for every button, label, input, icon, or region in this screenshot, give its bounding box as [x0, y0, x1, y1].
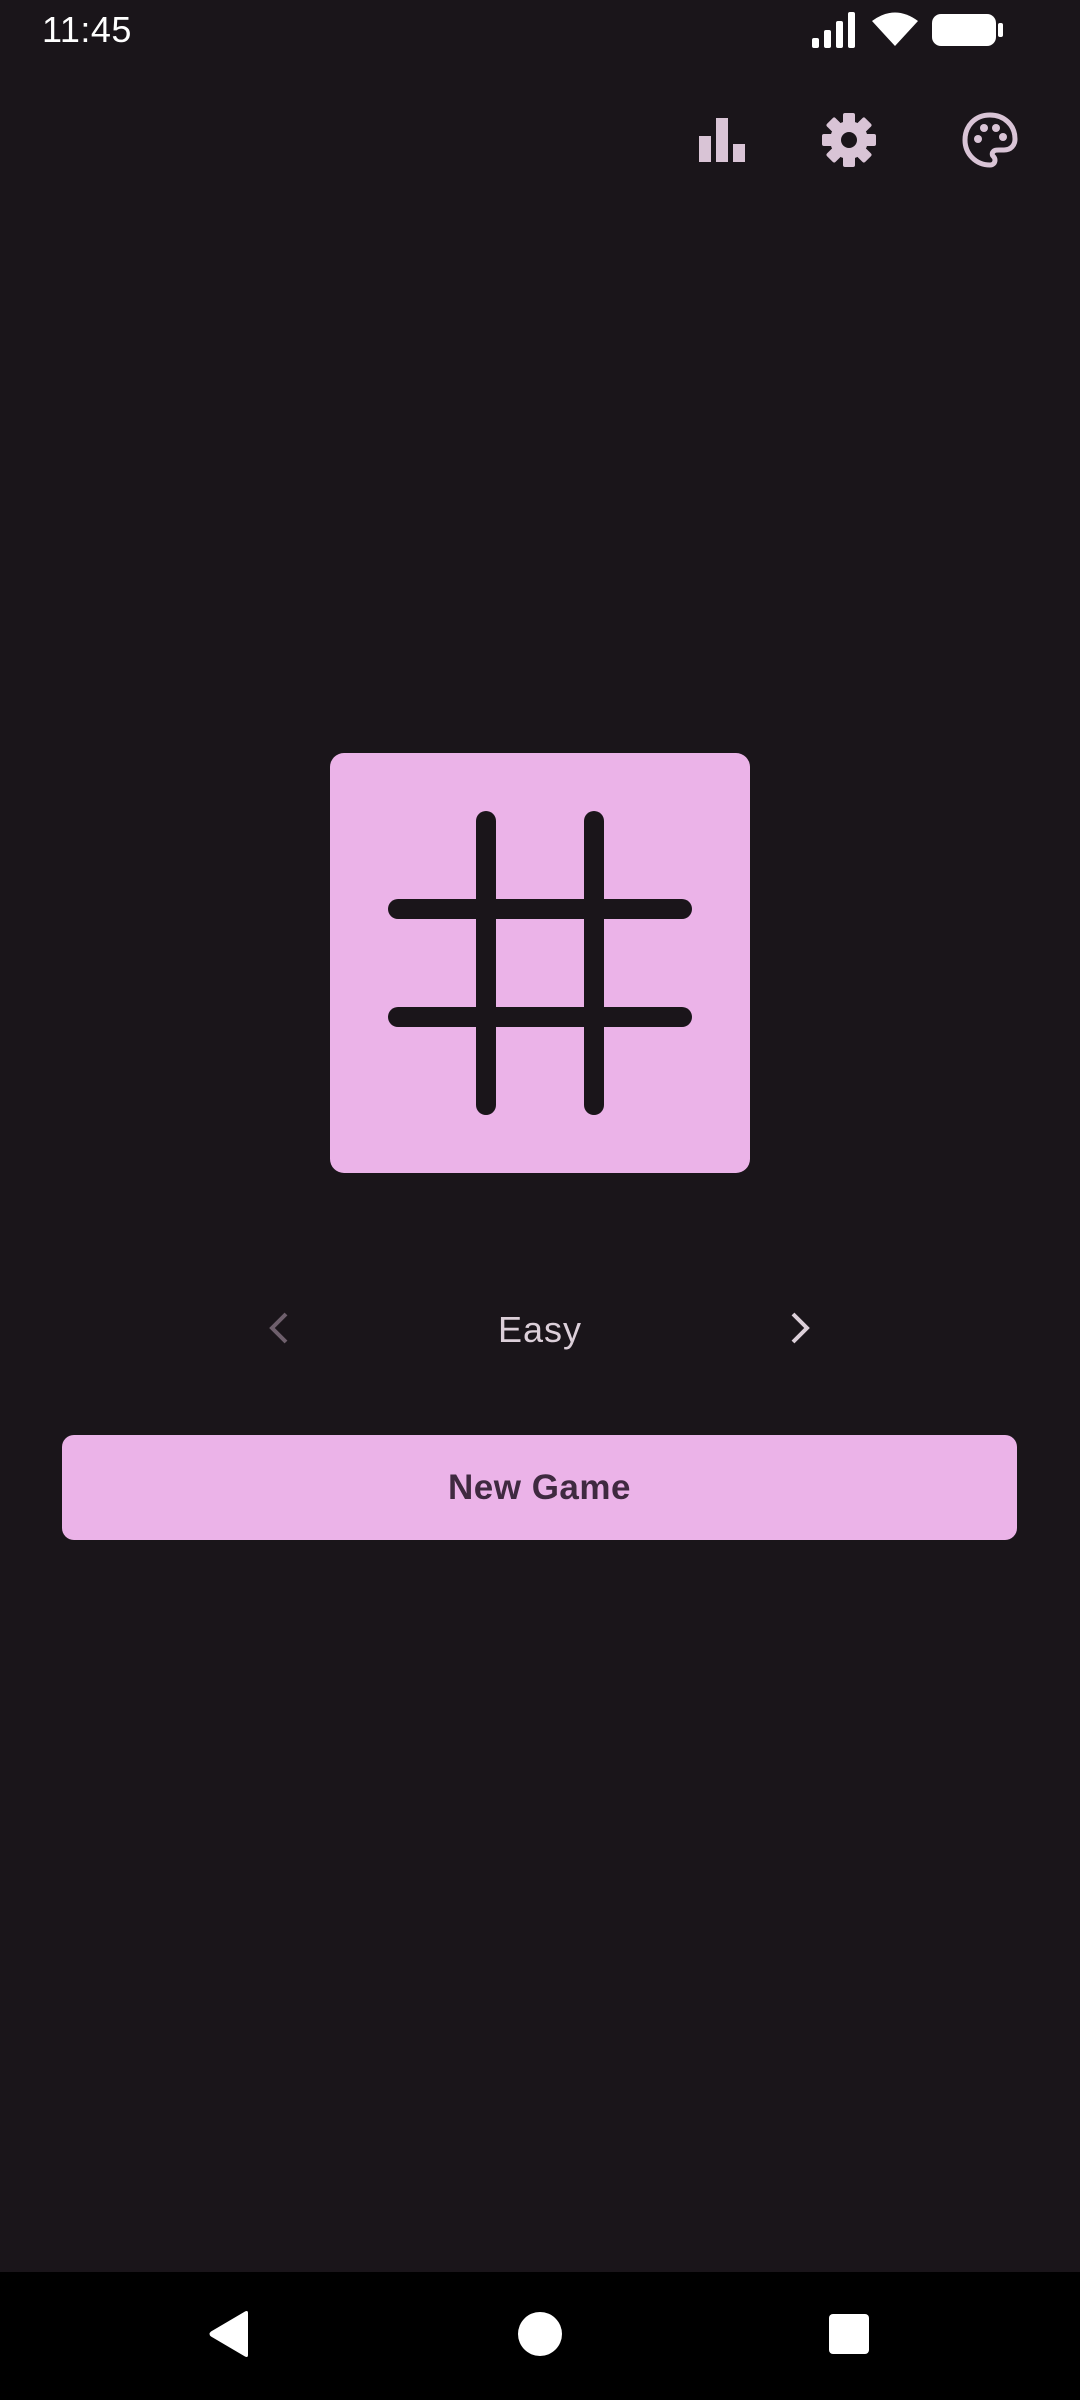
new-game-label: New Game — [448, 1467, 631, 1507]
nav-back-button[interactable] — [185, 2292, 273, 2380]
statistics-icon — [699, 117, 747, 167]
difficulty-prev-button[interactable] — [249, 1300, 309, 1360]
game-logo — [330, 753, 750, 1173]
back-icon — [206, 2309, 252, 2364]
difficulty-label: Easy — [497, 1309, 583, 1350]
nav-home-button[interactable] — [496, 2292, 584, 2380]
chevron-right-icon — [788, 1311, 812, 1350]
new-game-button[interactable]: New Game — [62, 1435, 1017, 1540]
statistics-button[interactable] — [681, 100, 765, 184]
settings-gear-icon — [821, 112, 877, 173]
chevron-left-icon — [267, 1311, 291, 1350]
grid-hash-icon — [330, 753, 750, 1178]
nav-recents-button[interactable] — [805, 2292, 893, 2380]
home-icon — [517, 2311, 563, 2362]
theme-button[interactable] — [948, 100, 1032, 184]
recents-icon — [829, 2313, 869, 2359]
battery-icon — [932, 12, 1004, 53]
settings-button[interactable] — [807, 100, 891, 184]
theme-palette-icon — [962, 111, 1018, 173]
signal-icon — [812, 11, 858, 53]
status-time: 11:45 — [42, 9, 132, 50]
status-icons — [812, 11, 1004, 53]
difficulty-next-button[interactable] — [770, 1300, 830, 1360]
wifi-icon — [872, 12, 918, 53]
